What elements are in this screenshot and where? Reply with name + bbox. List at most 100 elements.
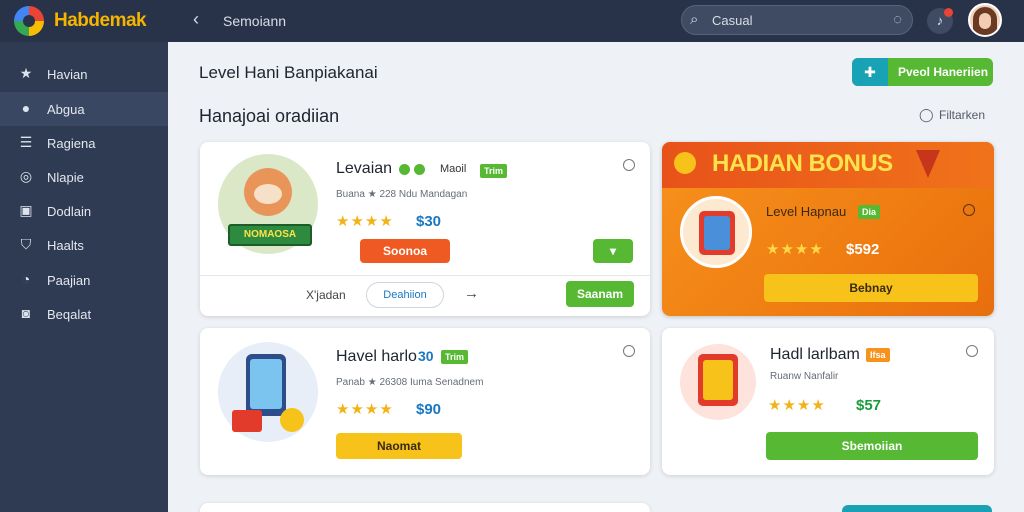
game-card-3[interactable]: Hadl larlbam Ifsa Ruanw Nanfalir ★★★★ $5…: [662, 328, 994, 475]
rating-stars: ★★★★: [336, 213, 394, 230]
search-icon: ⌕: [690, 11, 699, 28]
game-card-2[interactable]: Havel harlo 30 Trim Panab ★ 26308 Iuma S…: [200, 328, 650, 475]
bonus-badge: Dia: [858, 205, 881, 219]
notification-badge: [944, 8, 953, 17]
card-subtitle: Panab ★ 26308 Iuma Senadnem: [336, 377, 484, 388]
card-title: Havel harlo: [336, 348, 417, 365]
rating-stars: ★★★★: [336, 401, 394, 418]
character-face: [254, 184, 282, 204]
search-input[interactable]: ⌕ Casual ◌: [681, 5, 913, 35]
sidebar-item-label: Haalts: [47, 238, 84, 253]
footer-link-label: Deahiion: [383, 289, 427, 301]
page-title: Level Hani Banpiakanai: [199, 63, 378, 82]
card-action-button[interactable]: Soonoa: [360, 239, 450, 263]
card-footer-button[interactable]: Saanam: [566, 281, 634, 307]
card-price: $30: [416, 213, 442, 230]
bonus-item-title: Level Hapnau: [766, 204, 847, 219]
card-action-button[interactable]: Naomat: [336, 433, 462, 459]
sidebar-item-dodlain[interactable]: ▣ Dodlain: [0, 194, 168, 228]
sidebar: ★ Havian ● Abgua ☰ Ragiena ◎ Nlapie ▣ Do…: [0, 42, 168, 512]
button-label: Soonoa: [383, 244, 427, 258]
card-badge: Trim: [441, 350, 469, 364]
sidebar-item-ragiena[interactable]: ☰ Ragiena: [0, 126, 168, 160]
rating-stars: ★★★★: [766, 241, 824, 258]
tablet-screen: [703, 360, 733, 400]
sidebar-item-label: Nlapie: [47, 170, 84, 185]
card-title-suffix: 30: [418, 348, 434, 364]
card-divider: [200, 275, 650, 276]
coin-icon: [280, 408, 304, 432]
more-options-icon[interactable]: [963, 204, 975, 216]
more-options-icon[interactable]: [966, 345, 978, 357]
sidebar-item-paajian[interactable]: ◔ Paajian: [0, 263, 168, 297]
card-subtitle: Buana ★ 228 Ndu Mandagan: [336, 189, 468, 200]
sidebar-item-label: Abgua: [47, 102, 85, 117]
filter-icon[interactable]: ◯: [919, 107, 934, 123]
card-title: Levaian: [336, 160, 393, 177]
avatar-face: [979, 13, 991, 29]
badge-icon: ⛉: [20, 236, 32, 252]
tablet-screen: [704, 216, 730, 250]
back-arrow-icon[interactable]: ‹: [193, 9, 199, 30]
logo-icon[interactable]: [14, 6, 44, 36]
card-dropdown-button[interactable]: ▾: [593, 239, 633, 263]
card-title: Hadl larlbam: [770, 346, 860, 363]
card-price: $57: [856, 397, 882, 414]
more-options-icon[interactable]: [623, 159, 635, 171]
display-icon: ▣: [19, 202, 33, 218]
section-name: Semoiann: [223, 13, 287, 29]
user-icon: ●: [21, 100, 31, 116]
rating-stars: ★★★★: [768, 397, 826, 414]
button-label: Sbemoiian: [841, 439, 903, 453]
avatar[interactable]: [968, 3, 1002, 37]
sidebar-item-label: Dodlain: [47, 204, 92, 219]
sidebar-item-beqalat[interactable]: ◙ Beqalat: [0, 297, 168, 331]
sidebar-item-label: Havian: [47, 67, 88, 82]
card-badge: Trim: [480, 164, 508, 178]
top-action-label: Pveol Haneriien: [898, 65, 989, 79]
partial-button[interactable]: [842, 505, 992, 512]
voice-icon[interactable]: ◌: [893, 11, 902, 28]
bonus-card[interactable]: HADIAN BONUS Level Hapnau Dia ★★★★ $592 …: [662, 142, 994, 316]
game-card-1[interactable]: NOMAOSA Levaian Maoil Trim Buana ★ 228 N…: [200, 142, 650, 316]
coin-icon: [674, 152, 696, 174]
card-footer-label: X'jadan: [306, 288, 346, 302]
status-dot-icon: [414, 164, 425, 175]
card-footer-link[interactable]: Deahiion: [366, 282, 444, 308]
card-action-button[interactable]: Sbemoiian: [766, 432, 978, 460]
character-banner: NOMAOSA: [228, 224, 312, 246]
gamepad-icon: ✚: [852, 58, 888, 86]
sidebar-item-abgua[interactable]: ● Abgua: [0, 92, 168, 126]
list-icon: ☰: [19, 134, 33, 150]
top-action-button[interactable]: ✚ Pveol Haneriien: [852, 58, 993, 86]
star-icon: ★: [19, 65, 33, 81]
sidebar-item-haalts[interactable]: ⛉ Haalts: [0, 228, 168, 262]
button-label: Naomat: [376, 439, 421, 453]
fox-character-image: NOMAOSA: [218, 154, 318, 254]
card-badge: Ifsa: [866, 348, 890, 362]
filter-link[interactable]: Filtarken: [939, 108, 985, 122]
sidebar-item-nlapie[interactable]: ◎ Nlapie: [0, 160, 168, 194]
status-dot-icon: [399, 164, 410, 175]
game-card-4-partial[interactable]: [200, 503, 650, 512]
ribbon-icon: [916, 150, 940, 178]
shield-icon: ◎: [19, 168, 33, 184]
more-options-icon[interactable]: [623, 345, 635, 357]
bonus-action-button[interactable]: Bebnay: [764, 274, 978, 302]
arrow-right-icon[interactable]: →: [464, 285, 479, 302]
phone-coins-image: [218, 342, 318, 442]
card-subtitle: Ruanw Nanfalir: [770, 371, 839, 382]
gift-box: [232, 410, 262, 432]
card-tag-text: Maoil: [440, 163, 467, 175]
square-icon: ◙: [21, 305, 31, 321]
button-label: Saanam: [576, 287, 624, 301]
top-bar: Habdemak ‹ Semoiann ⌕ Casual ◌ ♪: [0, 0, 1024, 42]
tablet-game-image: [680, 196, 752, 268]
button-label: Bebnay: [849, 281, 893, 295]
card-price: $90: [416, 401, 442, 418]
bonus-price: $592: [846, 241, 880, 258]
sidebar-item-havian[interactable]: ★ Havian: [0, 57, 168, 91]
sidebar-item-label: Paajian: [47, 273, 91, 288]
bonus-title: HADIAN BONUS: [712, 150, 893, 177]
sidebar-item-label: Ragiena: [47, 136, 96, 151]
